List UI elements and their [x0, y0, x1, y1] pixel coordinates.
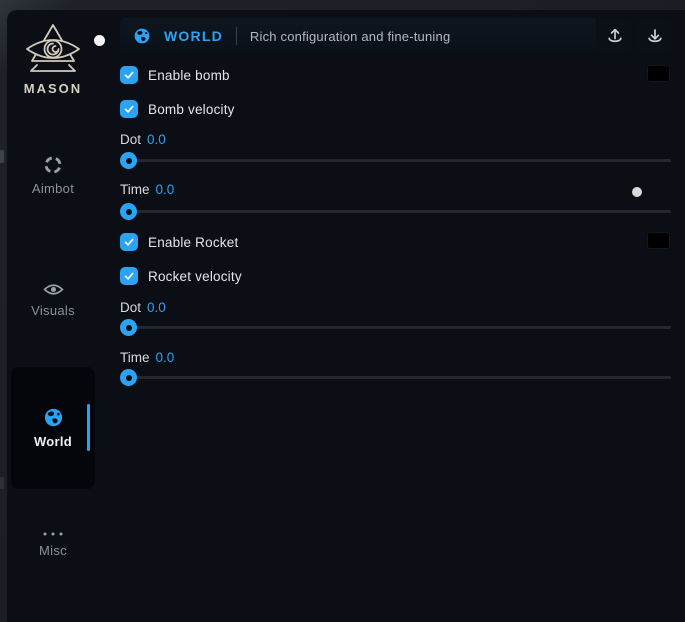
sidebar-item-world[interactable]: World — [11, 367, 95, 489]
checkbox-rocket-velocity[interactable] — [120, 267, 138, 285]
edge-artifact — [0, 150, 4, 163]
checkbox-row-rocket-velocity: Rocket velocity — [120, 267, 242, 285]
checkbox-label: Rocket velocity — [148, 269, 242, 284]
header-divider — [236, 27, 237, 45]
slider-value: 0.0 — [156, 182, 175, 197]
sidebar-item-misc[interactable]: Misc — [11, 531, 95, 558]
checkbox-label: Bomb velocity — [148, 102, 235, 117]
slider-value: 0.0 — [147, 300, 166, 315]
bomb-color-swatch[interactable] — [647, 65, 670, 82]
checkbox-bomb-velocity[interactable] — [120, 100, 138, 118]
globe-icon — [133, 27, 151, 45]
sidebar-item-label: Aimbot — [11, 181, 95, 196]
ellipsis-icon — [42, 531, 64, 537]
brand-logo: MASON — [11, 22, 95, 96]
checkbox-label: Enable bomb — [148, 68, 230, 83]
slider-label-rocket-dot: Dot 0.0 — [120, 300, 166, 315]
checkbox-enable-bomb[interactable] — [120, 66, 138, 84]
pyramid-eye-icon — [24, 22, 82, 78]
checkbox-label: Enable Rocket — [148, 235, 238, 250]
slider-label-bomb-time: Time 0.0 — [120, 182, 174, 197]
slider-track-bomb-dot[interactable] — [120, 159, 671, 162]
slider-value: 0.0 — [147, 132, 166, 147]
slider-label-bomb-dot: Dot 0.0 — [120, 132, 166, 147]
checkbox-enable-rocket[interactable] — [120, 233, 138, 251]
checkbox-row-bomb-velocity: Bomb velocity — [120, 100, 235, 118]
brand-name: MASON — [11, 81, 95, 96]
check-icon — [123, 69, 135, 81]
globe-icon — [43, 407, 64, 428]
slider-thumb-bomb-dot[interactable] — [120, 152, 137, 169]
check-icon — [123, 270, 135, 282]
slider-value: 0.0 — [156, 350, 175, 365]
sidebar-item-aimbot[interactable]: Aimbot — [11, 155, 95, 196]
download-config-button[interactable] — [637, 18, 672, 54]
slider-track-rocket-dot[interactable] — [120, 326, 671, 329]
menu-window — [7, 10, 685, 622]
sidebar-item-visuals[interactable]: Visuals — [11, 282, 95, 318]
slider-thumb-rocket-time[interactable] — [120, 369, 137, 386]
crosshair-icon — [43, 155, 63, 175]
check-icon — [123, 103, 135, 115]
page-title: WORLD — [164, 28, 223, 44]
download-icon — [645, 26, 665, 46]
slider-name: Time — [120, 182, 150, 197]
app-root: MASON Aimbot Visuals World Misc — [0, 0, 685, 622]
sidebar-item-label: World — [34, 434, 72, 449]
sidebar-item-label: Misc — [11, 543, 95, 558]
upload-config-button[interactable] — [597, 18, 632, 54]
page-subtitle: Rich configuration and fine-tuning — [250, 29, 450, 44]
active-tab-indicator — [87, 404, 90, 451]
slider-name: Dot — [120, 300, 141, 315]
check-icon — [123, 236, 135, 248]
checkbox-row-enable-bomb: Enable bomb — [120, 66, 230, 84]
slider-label-rocket-time: Time 0.0 — [120, 350, 174, 365]
upload-icon — [605, 26, 625, 46]
stray-dot — [632, 187, 642, 197]
mouse-cursor-dot — [94, 35, 105, 46]
page-header: WORLD Rich configuration and fine-tuning — [120, 18, 596, 54]
slider-name: Time — [120, 350, 150, 365]
slider-thumb-bomb-time[interactable] — [120, 203, 137, 220]
slider-thumb-rocket-dot[interactable] — [120, 319, 137, 336]
slider-track-rocket-time[interactable] — [120, 376, 671, 379]
sidebar-item-label: Visuals — [11, 303, 95, 318]
rocket-color-swatch[interactable] — [647, 232, 670, 249]
slider-name: Dot — [120, 132, 141, 147]
eye-icon — [43, 282, 64, 297]
edge-artifact — [0, 477, 4, 489]
checkbox-row-enable-rocket: Enable Rocket — [120, 233, 238, 251]
slider-track-bomb-time[interactable] — [120, 210, 671, 213]
